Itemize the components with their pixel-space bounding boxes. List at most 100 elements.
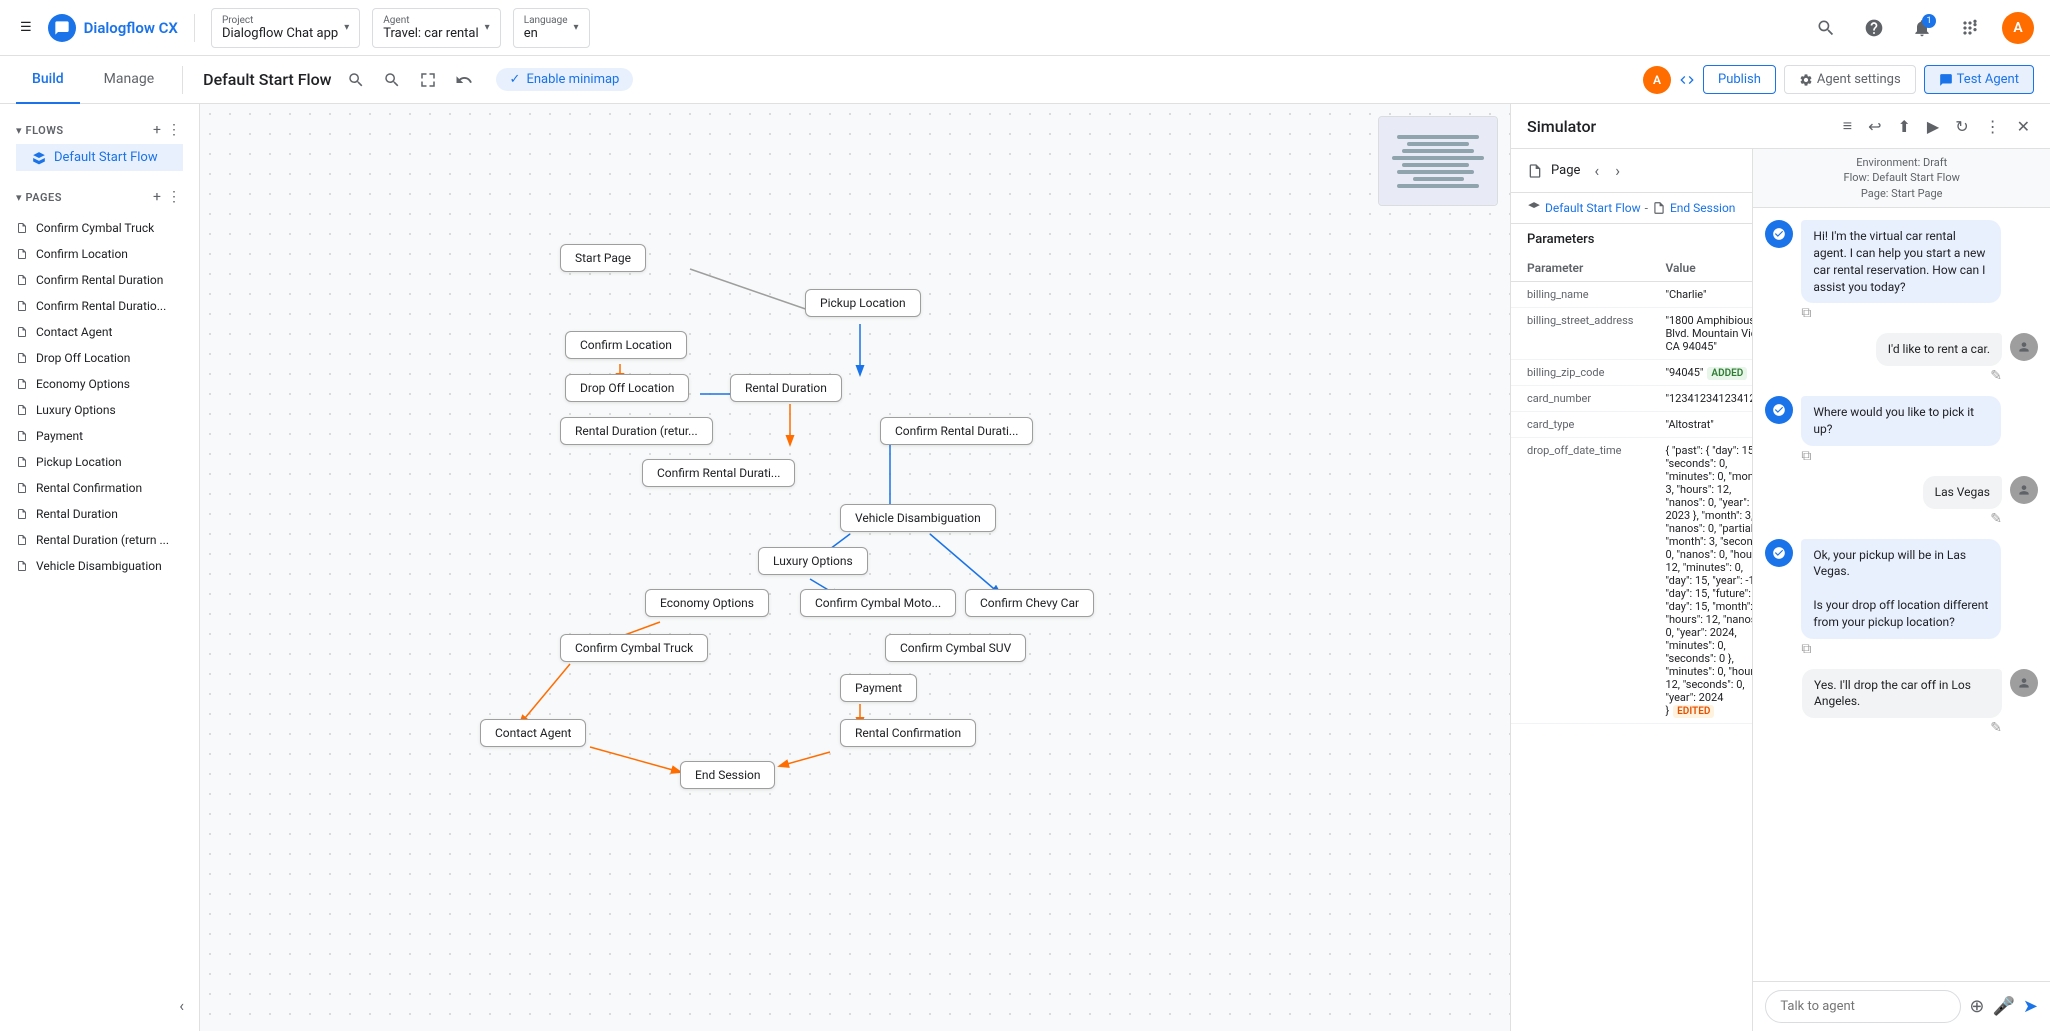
copy-icon[interactable]: ⧉	[1801, 641, 1811, 657]
flow-node-confirm-cymbal-suv[interactable]: Confirm Cymbal SUV	[885, 634, 1026, 662]
sim-list-icon[interactable]: ≡	[1839, 112, 1856, 140]
flow-title: Default Start Flow	[203, 70, 331, 89]
flow-node-payment[interactable]: Payment	[840, 674, 917, 702]
language-dropdown-arrow: ▾	[574, 22, 579, 33]
secondbar-avatar[interactable]: A	[1643, 66, 1671, 94]
flow-node-vehicle-disambiguation[interactable]: Vehicle Disambiguation	[840, 504, 996, 532]
flow-node-confirm-chevy-car[interactable]: Confirm Chevy Car	[965, 589, 1094, 617]
flow-node-confirm-rental-durat-1[interactable]: Confirm Rental Durati...	[880, 417, 1033, 445]
sidebar-page-item[interactable]: Rental Duration (return ...	[0, 527, 199, 553]
flow-node-economy-options[interactable]: Economy Options	[645, 589, 769, 617]
manage-tab[interactable]: Manage	[88, 56, 170, 104]
sidebar-page-item[interactable]: Confirm Rental Duration	[0, 267, 199, 293]
sim-refresh-icon[interactable]: ↻	[1951, 113, 1972, 140]
hamburger-menu[interactable]: ☰	[16, 16, 36, 39]
page-item-icon	[16, 534, 28, 546]
edit-icon[interactable]: ✎	[1990, 720, 2002, 736]
page-item-label: Rental Confirmation	[36, 481, 142, 495]
sidebar-page-item[interactable]: Rental Duration	[0, 501, 199, 527]
breadcrumb-flow-link[interactable]: Default Start Flow	[1545, 201, 1641, 215]
flow-node-start-page[interactable]: Start Page	[560, 244, 646, 272]
build-tab[interactable]: Build	[16, 56, 80, 104]
flow-canvas[interactable]: Start Page Pickup Location Confirm Locatio…	[200, 104, 1510, 1031]
minimap-toggle[interactable]: ✓ Enable minimap	[496, 68, 634, 91]
sidebar-page-item[interactable]: Confirm Rental Duratio...	[0, 293, 199, 319]
sim-more-icon[interactable]: ⋮	[1981, 113, 2005, 140]
page-menu-icon[interactable]: ⋮	[165, 187, 183, 207]
zoom-magnify-icon[interactable]	[340, 64, 372, 96]
edit-icon[interactable]: ✎	[1990, 511, 2002, 527]
flow-node-confirm-location[interactable]: Confirm Location	[565, 331, 687, 359]
minimap-label: Enable minimap	[526, 72, 619, 87]
flow-node-rental-duration-retur[interactable]: Rental Duration (retur...	[560, 417, 713, 445]
mic-icon[interactable]: 🎤	[1992, 996, 2014, 1017]
params-prev-button[interactable]: ‹	[1588, 159, 1605, 182]
value-col-header: Value	[1649, 255, 1753, 282]
sidebar-page-item[interactable]: Pickup Location	[0, 449, 199, 475]
test-label: Test Agent	[1957, 72, 2019, 87]
notifications-button[interactable]: 1	[1906, 12, 1938, 44]
flow-node-pickup-location[interactable]: Pickup Location	[805, 289, 921, 317]
agent-dropdown[interactable]: Agent Travel: car rental ▾	[372, 8, 500, 48]
test-agent-button[interactable]: Test Agent	[1924, 65, 2034, 94]
add-flow-icon[interactable]: +	[151, 120, 163, 140]
agent-avatar	[1765, 396, 1793, 424]
params-next-button[interactable]: ›	[1609, 159, 1626, 182]
chat-icon-row: ⧉	[1801, 448, 2001, 464]
sidebar-item-default-start-flow[interactable]: Default Start Flow	[16, 144, 183, 171]
sidebar-page-item[interactable]: Rental Confirmation	[0, 475, 199, 501]
project-dropdown[interactable]: Project Dialogflow Chat app ▾	[211, 8, 360, 48]
sim-play-icon[interactable]: ▶	[1923, 113, 1943, 140]
copy-icon[interactable]: ⧉	[1801, 305, 1811, 321]
search-button[interactable]	[1810, 12, 1842, 44]
param-name: billing_name	[1511, 282, 1649, 308]
flow-node-confirm-cymbal-truck[interactable]: Confirm Cymbal Truck	[560, 634, 708, 662]
flow-node-drop-off-location[interactable]: Drop Off Location	[565, 374, 689, 402]
flow-node-confirm-rental-durat-2[interactable]: Confirm Rental Durati...	[642, 459, 795, 487]
undo-icon[interactable]	[448, 64, 480, 96]
apps-button[interactable]	[1954, 12, 1986, 44]
sidebar-collapse-button[interactable]: ‹	[171, 992, 192, 1019]
flow-node-luxury-options[interactable]: Luxury Options	[758, 547, 868, 575]
page-item-icon	[16, 430, 28, 442]
sidebar-page-item[interactable]: Vehicle Disambiguation	[0, 553, 199, 579]
add-page-icon[interactable]: +	[151, 187, 163, 207]
flow-node-rental-confirmation[interactable]: Rental Confirmation	[840, 719, 976, 747]
flow-node-end-session[interactable]: End Session	[680, 761, 775, 789]
sim-export-icon[interactable]: ⬆	[1893, 113, 1914, 140]
flows-actions: + ⋮	[151, 120, 183, 140]
flow-node-confirm-cymbal-moto[interactable]: Confirm Cymbal Moto...	[800, 589, 956, 617]
fit-view-icon[interactable]	[412, 64, 444, 96]
language-dropdown[interactable]: Language en ▾	[513, 8, 590, 48]
sidebar-page-item[interactable]: Luxury Options	[0, 397, 199, 423]
edit-icon[interactable]: ✎	[1990, 368, 2002, 384]
sim-undo-icon[interactable]: ↩	[1864, 113, 1885, 140]
sidebar-page-item[interactable]: Payment	[0, 423, 199, 449]
breadcrumb-page-link[interactable]: End Session	[1670, 201, 1735, 215]
sidebar-page-item[interactable]: Confirm Location	[0, 241, 199, 267]
add-icon[interactable]: ⊕	[1969, 996, 1984, 1017]
flow-node-rental-duration[interactable]: Rental Duration	[730, 374, 842, 402]
user-avatar[interactable]: A	[2002, 12, 2034, 44]
minimap-line	[1407, 142, 1468, 146]
search-flow-icon[interactable]	[376, 64, 408, 96]
sidebar-page-item[interactable]: Drop Off Location	[0, 345, 199, 371]
param-row: card_number "1234123412341234"	[1511, 386, 1753, 412]
breadcrumb-separator: -	[1645, 201, 1648, 215]
agent-bubble: Ok, your pickup will be in Las Vegas.Is …	[1801, 539, 2001, 639]
send-icon[interactable]: ➤	[2023, 996, 2038, 1017]
sidebar-page-item[interactable]: Confirm Cymbal Truck	[0, 215, 199, 241]
agent-settings-button[interactable]: Agent settings	[1784, 65, 1916, 94]
copy-icon[interactable]: ⧉	[1801, 448, 1811, 464]
flow-menu-icon[interactable]: ⋮	[165, 120, 183, 140]
page-item-label: Confirm Rental Duratio...	[36, 299, 166, 313]
agent-dropdown-arrow: ▾	[485, 22, 490, 33]
publish-button[interactable]: Publish	[1703, 65, 1776, 94]
sidebar-page-item[interactable]: Economy Options	[0, 371, 199, 397]
sidebar-page-item[interactable]: Contact Agent	[0, 319, 199, 345]
help-button[interactable]	[1858, 12, 1890, 44]
sim-close-icon[interactable]: ✕	[2013, 113, 2034, 140]
chat-input[interactable]	[1765, 990, 1961, 1023]
chat-message-agent: Where would you like to pick it up? ⧉	[1765, 396, 2038, 464]
flow-node-contact-agent[interactable]: Contact Agent	[480, 719, 586, 747]
